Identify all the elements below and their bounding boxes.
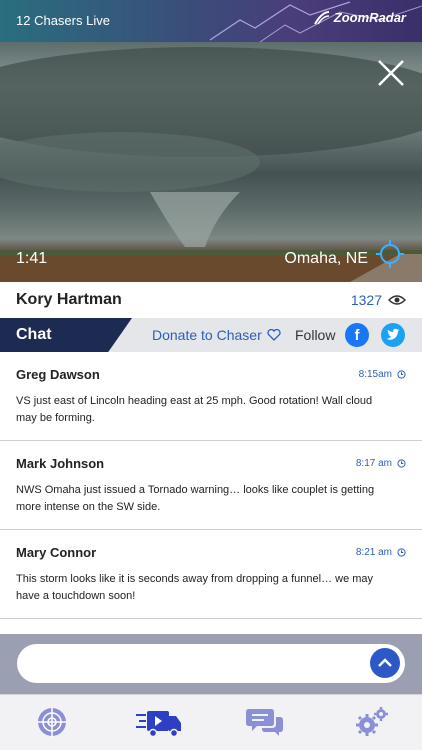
message-text: NWS Omaha just issued a Tornado warning…… — [16, 484, 375, 513]
video-elapsed-time: 1:41 — [16, 250, 48, 267]
message-input-container — [17, 644, 405, 683]
video-location: Omaha, NE — [284, 250, 368, 267]
tab-chat[interactable]: Chat — [0, 318, 132, 352]
message-text: VS just east of Lincoln heading east at … — [16, 395, 373, 424]
live-video-icon[interactable] — [136, 705, 182, 739]
radar-target-icon[interactable] — [32, 705, 72, 739]
message-time-value: 8:17 am — [355, 458, 392, 469]
chat-action-bar: Chat Donate to Chaser Follow f — [0, 318, 422, 352]
brand-name: ZoomRadar — [333, 10, 406, 25]
chat-bubbles-icon[interactable] — [245, 705, 285, 739]
tab-chat-label: Chat — [16, 326, 52, 343]
message-time-value: 8:21 am — [355, 547, 392, 558]
radar-logo-icon — [313, 10, 329, 25]
follow-label: Follow — [295, 327, 336, 343]
viewer-count: 1327 — [351, 292, 406, 308]
close-icon[interactable] — [376, 58, 406, 88]
twitter-icon[interactable] — [381, 323, 405, 347]
chevron-up-icon — [378, 658, 392, 667]
settings-gears-icon[interactable] — [352, 705, 392, 739]
brand-logo: ZoomRadar — [313, 10, 406, 25]
clock-icon — [397, 548, 406, 557]
chat-message: Greg Dawson 8:15am VS just east of Linco… — [0, 352, 422, 441]
message-author: Mary Connor — [16, 545, 97, 560]
message-author: Mark Johnson — [16, 456, 105, 471]
heart-icon — [267, 329, 281, 341]
message-author: Greg Dawson — [16, 367, 100, 382]
message-composer — [0, 634, 422, 694]
live-chasers-count: 12 Chasers Live — [16, 13, 110, 28]
eye-icon — [388, 295, 406, 305]
donate-button[interactable]: Donate to Chaser — [152, 327, 281, 343]
bottom-navigation — [0, 694, 422, 750]
viewer-count-value: 1327 — [350, 292, 382, 308]
live-video-player[interactable]: 1:41 Omaha, NE — [0, 42, 422, 282]
top-bar: 12 Chasers Live ZoomRadar — [0, 0, 422, 42]
chat-message: Mark Johnson 8:17 am NWS Omaha just issu… — [0, 441, 422, 530]
message-time: 8:21 am — [356, 547, 406, 558]
chaser-name: Kory Hartman — [16, 291, 122, 308]
chaser-info-row: Kory Hartman 1327 — [0, 282, 422, 318]
donate-label: Donate to Chaser — [152, 327, 262, 343]
message-input[interactable] — [33, 654, 363, 674]
clock-icon — [397, 370, 406, 379]
chat-message: Mary Connor 8:21 am This storm looks lik… — [0, 530, 422, 619]
storm-scene — [0, 47, 422, 282]
facebook-icon[interactable]: f — [345, 323, 369, 347]
message-text: This storm looks like it is seconds away… — [16, 573, 374, 602]
twitter-bird-icon — [387, 328, 400, 340]
locate-target-icon[interactable] — [376, 240, 404, 268]
send-button[interactable] — [370, 648, 400, 678]
clock-icon — [397, 459, 406, 468]
message-time: 8:15am — [359, 369, 406, 380]
message-time: 8:17 am — [356, 458, 406, 469]
message-time-value: 8:15am — [358, 369, 392, 380]
